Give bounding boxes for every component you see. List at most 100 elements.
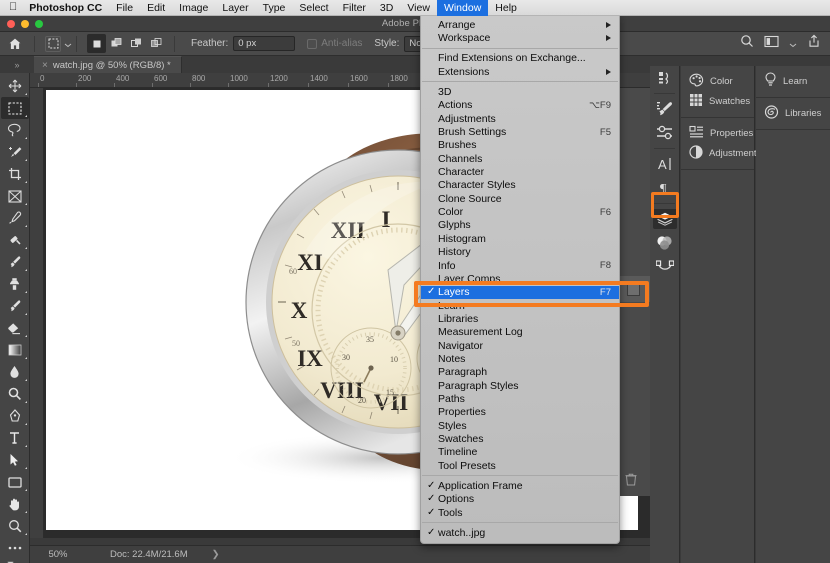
menu-item-notes[interactable]: Notes bbox=[421, 352, 619, 365]
menu-item-measurement-log[interactable]: Measurement Log bbox=[421, 326, 619, 339]
menubar-item-filter[interactable]: Filter bbox=[336, 0, 373, 16]
edit-toolbar-button[interactable] bbox=[1, 537, 29, 559]
channels-icon[interactable] bbox=[651, 231, 679, 255]
new-selection-button[interactable] bbox=[87, 34, 106, 53]
menu-item-arrange[interactable]: Arrange bbox=[421, 18, 619, 31]
rectangular-marquee-tool[interactable] bbox=[0, 97, 29, 119]
panel-item-color[interactable]: Color bbox=[681, 71, 754, 91]
menu-item-layer-comps[interactable]: Layer Comps bbox=[421, 272, 619, 285]
rectangular-marquee-icon[interactable] bbox=[45, 35, 61, 52]
menu-item-navigator[interactable]: Navigator bbox=[421, 339, 619, 352]
zoom-level[interactable]: 50% bbox=[30, 549, 86, 560]
menubar-item-edit[interactable]: Edit bbox=[140, 0, 172, 16]
dodge-tool[interactable] bbox=[1, 383, 29, 405]
menu-item-layers[interactable]: ✓ Layers F7 bbox=[421, 285, 619, 299]
menu-item-document-watch[interactable]: ✓ watch..jpg bbox=[421, 526, 619, 539]
adjustments-slider-icon[interactable] bbox=[651, 121, 679, 145]
menu-item-actions[interactable]: Actions ⌥F9 bbox=[421, 99, 619, 112]
menu-item-application-frame[interactable]: ✓ Application Frame bbox=[421, 479, 619, 492]
menu-item-clone-source[interactable]: Clone Source bbox=[421, 192, 619, 205]
gradient-tool[interactable] bbox=[1, 339, 29, 361]
menubar-item-layer[interactable]: Layer bbox=[215, 0, 255, 16]
menu-item-tool-presets[interactable]: Tool Presets bbox=[421, 459, 619, 472]
zoom-tool[interactable] bbox=[1, 515, 29, 537]
menu-item-brush-settings[interactable]: Brush Settings F5 bbox=[421, 125, 619, 138]
chevron-down-icon[interactable] bbox=[789, 35, 797, 53]
path-selection-tool[interactable] bbox=[1, 449, 29, 471]
menubar-item-file[interactable]: File bbox=[109, 0, 140, 16]
default-colors-and-swap[interactable] bbox=[1, 559, 29, 563]
menu-item-timeline[interactable]: Timeline bbox=[421, 446, 619, 459]
paths-icon[interactable] bbox=[651, 255, 679, 279]
layer-row[interactable] bbox=[616, 276, 650, 302]
menu-item-paragraph[interactable]: Paragraph bbox=[421, 366, 619, 379]
rectangle-tool[interactable] bbox=[1, 471, 29, 493]
history-icon[interactable] bbox=[651, 66, 679, 90]
spot-healing-brush-tool[interactable] bbox=[1, 229, 29, 251]
panel-item-properties[interactable]: Properties bbox=[681, 123, 754, 143]
chevron-right-icon[interactable]: ❯ bbox=[212, 549, 220, 560]
menu-item-histogram[interactable]: Histogram bbox=[421, 232, 619, 245]
paragraph-icon[interactable]: ¶ bbox=[651, 176, 679, 200]
menu-item-character[interactable]: Character bbox=[421, 165, 619, 178]
menu-item-paths[interactable]: Paths bbox=[421, 392, 619, 405]
layers-icon[interactable] bbox=[651, 207, 679, 231]
menu-item-brushes[interactable]: Brushes bbox=[421, 139, 619, 152]
menu-item-workspace[interactable]: Workspace bbox=[421, 31, 619, 44]
menu-item-properties[interactable]: Properties bbox=[421, 406, 619, 419]
brush-settings-icon[interactable] bbox=[651, 97, 679, 121]
menubar-item-image[interactable]: Image bbox=[172, 0, 215, 16]
home-icon[interactable] bbox=[0, 37, 30, 51]
menu-item-find-extensions-on-exchange[interactable]: Find Extensions on Exchange... bbox=[421, 52, 619, 65]
menu-item-channels[interactable]: Channels bbox=[421, 152, 619, 165]
menu-item-swatches[interactable]: Swatches bbox=[421, 432, 619, 445]
close-icon[interactable]: × bbox=[42, 60, 48, 71]
hand-tool[interactable] bbox=[1, 493, 29, 515]
menubar-item-type[interactable]: Type bbox=[256, 0, 293, 16]
character-icon[interactable]: A bbox=[651, 152, 679, 176]
lasso-tool[interactable] bbox=[1, 119, 29, 141]
panel-item-libraries[interactable]: Libraries bbox=[756, 103, 830, 123]
menu-item-adjustments[interactable]: Adjustments bbox=[421, 112, 619, 125]
add-to-selection-button[interactable] bbox=[107, 34, 126, 53]
intersect-with-selection-button[interactable] bbox=[147, 34, 166, 53]
document-tab-watch[interactable]: × watch.jpg @ 50% (RGB/8) * bbox=[34, 56, 182, 73]
menu-item-libraries[interactable]: Libraries bbox=[421, 312, 619, 325]
history-brush-tool[interactable] bbox=[1, 295, 29, 317]
horizontal-type-tool[interactable] bbox=[1, 427, 29, 449]
menubar-item-window[interactable]: Window bbox=[436, 0, 489, 16]
anti-alias-checkbox[interactable] bbox=[307, 38, 318, 49]
menubar-item-3d[interactable]: 3D bbox=[373, 0, 400, 16]
chevron-down-icon[interactable] bbox=[64, 35, 72, 53]
menu-item-extensions[interactable]: Extensions bbox=[421, 65, 619, 78]
panel-item-adjustments[interactable]: Adjustments bbox=[681, 143, 761, 163]
window-dropdown-menu[interactable]: Arrange Workspace Find Extensions on Exc… bbox=[420, 14, 620, 544]
subtract-from-selection-button[interactable] bbox=[127, 34, 146, 53]
menubar-app-name[interactable]: Photoshop CC bbox=[27, 0, 109, 16]
panel-item-learn[interactable]: Learn bbox=[756, 71, 830, 91]
menu-item-options[interactable]: ✓ Options bbox=[421, 493, 619, 506]
menu-item-color[interactable]: Color F6 bbox=[421, 205, 619, 218]
layer-thumbnail[interactable] bbox=[626, 282, 640, 296]
menubar-item-view[interactable]: View bbox=[400, 0, 437, 16]
menu-item-info[interactable]: Info F8 bbox=[421, 259, 619, 272]
document-size-info[interactable]: Doc: 22.4M/21.6M bbox=[110, 549, 188, 560]
eyedropper-tool[interactable] bbox=[1, 207, 29, 229]
menu-item-glyphs[interactable]: Glyphs bbox=[421, 219, 619, 232]
menu-item-3d[interactable]: 3D bbox=[421, 85, 619, 98]
menubar-item-help[interactable]: Help bbox=[488, 0, 524, 16]
active-tool-preset[interactable] bbox=[39, 35, 72, 53]
brush-tool[interactable] bbox=[1, 251, 29, 273]
menu-item-paragraph-styles[interactable]: Paragraph Styles bbox=[421, 379, 619, 392]
pen-tool[interactable] bbox=[1, 405, 29, 427]
feather-input[interactable]: 0 px bbox=[233, 36, 296, 51]
vertical-ruler[interactable] bbox=[30, 88, 44, 538]
eraser-tool[interactable] bbox=[1, 317, 29, 339]
panel-item-swatches[interactable]: Swatches bbox=[681, 91, 754, 111]
menubar-item-select[interactable]: Select bbox=[292, 0, 335, 16]
blur-tool[interactable] bbox=[1, 361, 29, 383]
move-tool[interactable] bbox=[1, 75, 29, 97]
collapse-chevrons-icon[interactable]: » bbox=[0, 60, 34, 73]
menu-item-character-styles[interactable]: Character Styles bbox=[421, 179, 619, 192]
workspace-icon[interactable] bbox=[764, 35, 779, 53]
